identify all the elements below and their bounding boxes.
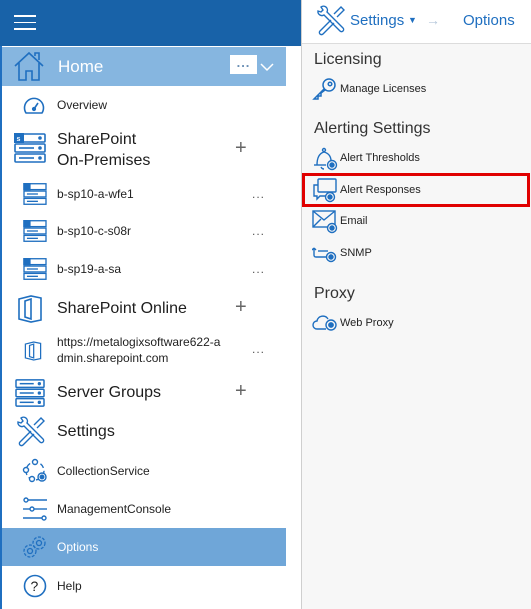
sidebar-item-help[interactable]: ? Help (2, 570, 286, 602)
office-door-icon (24, 340, 42, 362)
sharepoint-server-icon (23, 220, 47, 242)
chevron-down-icon[interactable] (260, 59, 274, 77)
envelope-icon (312, 208, 340, 234)
top-bar (0, 0, 303, 46)
server-name: b-sp10-c-s08r (57, 224, 132, 238)
breadcrumb-options[interactable]: Options (463, 12, 515, 29)
server-more-button[interactable]: ... (252, 262, 265, 276)
tools-icon (314, 5, 346, 42)
sidebar-item-label: Help (57, 579, 82, 593)
sidebar-item-label: SharePoint On-Premises (57, 131, 151, 169)
home-more-button[interactable]: ... (230, 55, 257, 74)
gears-icon (21, 534, 49, 560)
breadcrumb-settings[interactable]: Settings (350, 12, 404, 29)
server-stack-icon (14, 379, 46, 407)
server-more-button[interactable]: ... (252, 187, 265, 201)
server-item[interactable]: b-sp10-c-s08r ... (2, 215, 286, 247)
email-link[interactable]: Email (312, 208, 522, 234)
tenant-more-button[interactable]: ... (252, 342, 265, 356)
server-more-button[interactable]: ... (252, 224, 265, 238)
arrow-right-icon: → (426, 12, 440, 28)
sidebar-item-label: Overview (57, 98, 108, 112)
office-door-icon (17, 295, 43, 323)
breadcrumb: Settings ▼ → Options (302, 0, 531, 44)
item-label: Alert Responses (340, 184, 421, 196)
help-icon: ? (23, 574, 47, 598)
sharepoint-server-icon (23, 183, 47, 205)
sidebar-item-label: Settings (57, 423, 115, 440)
web-proxy-link[interactable]: Web Proxy (312, 310, 522, 336)
svg-text:s: s (17, 136, 21, 143)
snmp-link[interactable]: SNMP (312, 240, 522, 266)
item-label: Web Proxy (340, 317, 394, 329)
sidebar-item-label: SharePoint Online (57, 300, 187, 317)
tools-icon (14, 416, 46, 448)
sidebar-item-overview[interactable]: Overview (2, 90, 286, 120)
key-icon (312, 76, 340, 102)
sidebar-item-collection-service[interactable]: CollectionService (2, 455, 286, 487)
snmp-icon (312, 240, 340, 266)
sidebar-item-sharepoint-on-premises[interactable]: s SharePoint On-Premises + (2, 126, 286, 172)
section-title-alerting-settings: Alerting Settings (314, 120, 431, 137)
item-label: Email (340, 215, 368, 227)
caret-down-icon[interactable]: ▼ (408, 15, 417, 25)
tenant-item[interactable]: https://metalogixsoftware622-a dmin.shar… (2, 332, 286, 370)
sidebar-item-label: Home (58, 56, 104, 76)
speedometer-icon (22, 94, 46, 116)
sharepoint-server-icon (23, 258, 47, 280)
cloud-icon (312, 310, 340, 336)
sidebar-item-label: ManagementConsole (57, 502, 172, 516)
sidebar-item-management-console[interactable]: ManagementConsole (2, 493, 286, 525)
sidebar-item-options[interactable]: Options (2, 528, 286, 566)
home-icon (12, 49, 46, 83)
item-label: Alert Thresholds (340, 152, 420, 164)
sidebar-item-sharepoint-online[interactable]: SharePoint Online + (2, 292, 286, 326)
item-label: Manage Licenses (340, 83, 427, 95)
sliders-icon (22, 497, 48, 521)
svg-text:?: ? (31, 578, 39, 594)
tenant-url: https://metalogixsoftware622-a dmin.shar… (57, 335, 221, 365)
alert-thresholds-link[interactable]: Alert Thresholds (312, 145, 522, 171)
navigation-sidebar: Home ... Overview s SharePoint On-Premis… (0, 0, 303, 609)
chat-monitor-icon (312, 177, 340, 203)
section-title-licensing: Licensing (314, 51, 382, 68)
section-title-proxy: Proxy (314, 285, 355, 302)
sidebar-item-label: Server Groups (57, 384, 162, 401)
sidebar-item-server-groups[interactable]: Server Groups + (2, 376, 286, 410)
server-item[interactable]: b-sp10-a-wfe1 ... (2, 178, 286, 210)
server-name: b-sp10-a-wfe1 (57, 187, 134, 201)
sidebar-item-settings[interactable]: Settings (2, 414, 286, 450)
collection-service-icon (22, 458, 48, 484)
add-sharepoint-farm-button[interactable]: + (235, 137, 247, 160)
add-tenant-button[interactable]: + (235, 296, 247, 319)
server-name: b-sp19-a-sa (57, 262, 122, 276)
item-label: SNMP (340, 247, 372, 259)
bell-icon (312, 145, 340, 171)
sharepoint-server-icon: s (14, 133, 46, 163)
add-server-group-button[interactable]: + (235, 380, 247, 403)
alert-responses-link[interactable]: Alert Responses (312, 177, 522, 203)
server-item[interactable]: b-sp19-a-sa ... (2, 253, 286, 285)
sidebar-item-home[interactable]: Home ... (2, 47, 286, 86)
hamburger-icon[interactable] (14, 15, 36, 31)
manage-licenses-link[interactable]: Manage Licenses (312, 76, 522, 102)
options-panel: Settings ▼ → Options Licensing Manage Li… (301, 0, 531, 609)
sidebar-item-label: CollectionService (57, 464, 150, 478)
sidebar-item-label: Options (57, 540, 99, 554)
